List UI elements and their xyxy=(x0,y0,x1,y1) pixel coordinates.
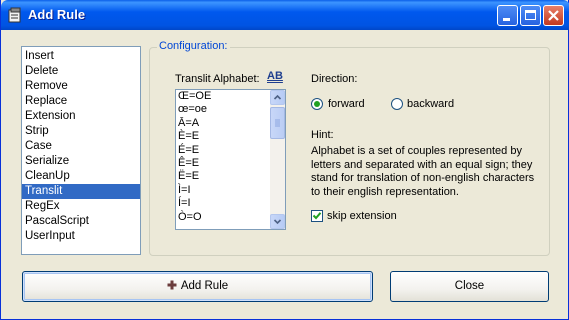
forward-radio-label[interactable]: forward xyxy=(328,98,365,110)
checkmark-icon xyxy=(312,212,322,220)
scroll-down-button[interactable] xyxy=(270,214,285,229)
translit-alphabet-label: Translit Alphabet: xyxy=(175,73,260,85)
translit-alphabet-textarea[interactable]: Œ=OE œ=oe Ā=A È=E É=E Ê=E Ë=E Ì=I Í=I Ò=O xyxy=(175,89,286,230)
rule-list-item[interactable]: Case xyxy=(22,139,140,154)
skip-extension-checkbox[interactable] xyxy=(311,210,323,222)
rule-list-item[interactable]: UserInput xyxy=(22,229,140,244)
scroll-thumb[interactable] xyxy=(270,107,285,139)
forward-radio[interactable] xyxy=(311,98,323,110)
alphabet-line: Í=I xyxy=(178,197,191,210)
rule-list-item[interactable]: Insert xyxy=(22,49,140,64)
add-rule-button-label: Add Rule xyxy=(180,280,229,292)
direction-label: Direction: xyxy=(311,73,358,85)
alphabet-line: È=E xyxy=(178,130,200,143)
alphabet-line: œ=oe xyxy=(178,103,208,116)
radio-selected-dot xyxy=(314,101,320,107)
title-bar[interactable]: Add Rule xyxy=(1,0,569,30)
alphabet-font-icon[interactable]: AB xyxy=(267,70,283,82)
add-rule-dialog: Add Rule Insert Delete Remove Replace Extens… xyxy=(0,0,569,320)
rule-list-item[interactable]: Delete xyxy=(22,64,140,79)
window-title: Add Rule xyxy=(28,7,86,22)
alphabet-line: Ì=I xyxy=(178,183,191,196)
alphabet-line: Ò=O xyxy=(178,210,202,223)
close-button[interactable]: Close xyxy=(390,271,549,302)
alphabet-line: Ê=E xyxy=(178,156,200,169)
backward-radio-label[interactable]: backward xyxy=(407,98,454,110)
rule-list-item[interactable]: Translit xyxy=(22,184,140,199)
alphabet-line: Ë=E xyxy=(178,170,200,183)
rule-list-item[interactable]: Serialize xyxy=(22,154,140,169)
rule-list[interactable]: Insert Delete Remove Replace Extension Strip C… xyxy=(21,46,141,255)
alphabet-line: Œ=OE xyxy=(178,90,212,102)
rule-list-item[interactable]: Remove xyxy=(22,79,140,94)
rule-list-item[interactable]: CleanUp xyxy=(22,169,140,184)
rule-list-item[interactable]: PascalScript xyxy=(22,214,140,229)
rule-list-item[interactable]: Replace xyxy=(22,94,140,109)
rule-list-item[interactable]: RegEx xyxy=(22,199,140,214)
plus-icon xyxy=(167,280,177,290)
alphabet-line: Ā=A xyxy=(178,116,200,129)
app-icon xyxy=(7,7,23,23)
maximize-button[interactable] xyxy=(520,5,541,26)
scroll-up-button[interactable] xyxy=(270,90,285,105)
hint-label: Hint: xyxy=(311,129,334,141)
alphabet-line: É=E xyxy=(178,143,200,156)
minimize-button[interactable] xyxy=(497,5,518,26)
hint-text: Alphabet is a set of couples represented… xyxy=(311,145,535,198)
rule-list-item[interactable]: Extension xyxy=(22,109,140,124)
configuration-group-label: Configuration: xyxy=(157,40,230,52)
add-rule-button[interactable]: Add Rule xyxy=(22,271,373,302)
backward-radio[interactable] xyxy=(391,98,403,110)
close-button-label: Close xyxy=(454,280,485,292)
rule-list-item[interactable]: Strip xyxy=(22,124,140,139)
close-window-button[interactable] xyxy=(543,5,564,26)
alphabet-scrollbar[interactable] xyxy=(270,90,285,229)
skip-extension-label[interactable]: skip extension xyxy=(327,210,397,222)
